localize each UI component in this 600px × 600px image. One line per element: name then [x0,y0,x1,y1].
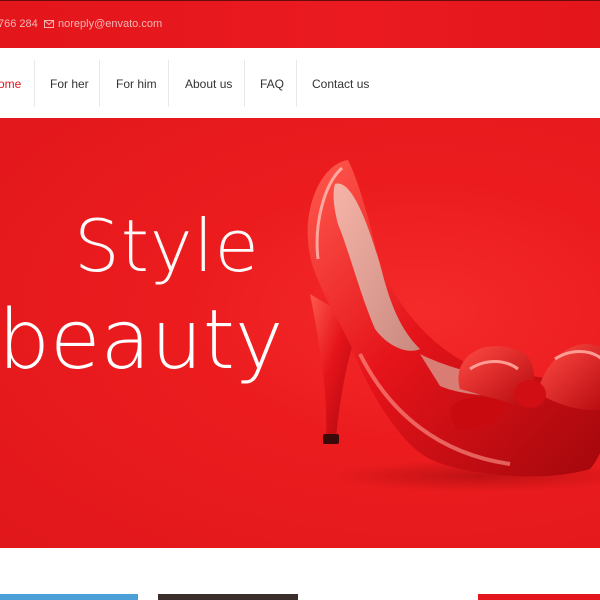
product-thumbnails-row [0,548,600,600]
email-address: noreply@envato.com [58,18,163,30]
red-shoe-image [307,160,600,492]
product-thumbnail[interactable] [478,594,600,600]
product-thumbnail[interactable] [158,594,298,600]
main-navigation: ome For her For him About us FAQ Contact… [0,48,600,118]
hero-headline-style: Style [74,204,260,288]
hero-banner: Style beauty [0,118,600,548]
nav-divider [296,60,297,107]
nav-item-faq[interactable]: FAQ [260,60,284,107]
product-thumbnail[interactable] [0,594,138,600]
nav-item-for-him[interactable]: For him [116,60,157,107]
nav-item-about-us[interactable]: About us [185,60,232,107]
product-thumbnail[interactable] [318,594,458,600]
nav-divider [244,60,245,107]
phone-number[interactable]: 766 284 [0,18,38,30]
email-contact[interactable]: noreply@envato.com [44,18,162,30]
nav-item-for-her[interactable]: For her [50,60,89,107]
envelope-icon [44,20,54,28]
nav-item-contact-us[interactable]: Contact us [312,60,369,107]
hero-headline-beauty: beauty [0,293,284,388]
nav-item-home[interactable]: ome [0,60,21,107]
nav-divider [34,60,35,107]
nav-divider [99,60,100,107]
top-info-bar: 766 284 noreply@envato.com [0,0,600,48]
nav-divider [168,60,169,107]
